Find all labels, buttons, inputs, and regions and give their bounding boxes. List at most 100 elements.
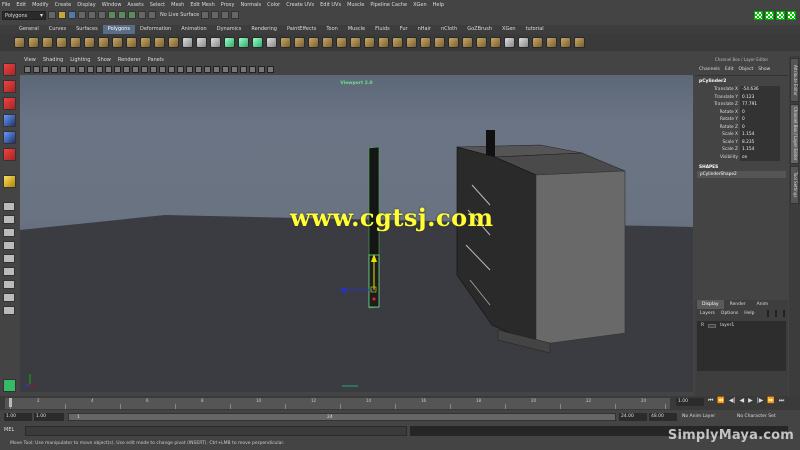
attr-label[interactable]: Translate X: [695, 86, 740, 94]
attr-value-field[interactable]: 0.123: [740, 93, 780, 101]
menu-modify[interactable]: Modify: [32, 2, 49, 8]
attr-label[interactable]: Scale X: [695, 131, 740, 139]
select-component-icon[interactable]: [98, 11, 106, 19]
extract-icon[interactable]: [210, 37, 221, 48]
command-input[interactable]: [25, 426, 407, 436]
menu-proxy[interactable]: Proxy: [221, 2, 235, 8]
shelf-tab-fluids[interactable]: Fluids: [370, 25, 395, 34]
attr-label[interactable]: Visibility: [695, 154, 740, 162]
rotate-tool-icon[interactable]: [2, 131, 16, 144]
isolate-select-icon[interactable]: [240, 65, 247, 73]
shelf-tab-nhair[interactable]: nHair: [413, 25, 436, 34]
step-back-frame-icon[interactable]: ◀|: [729, 397, 736, 405]
poly-platonic-icon[interactable]: [168, 37, 179, 48]
default-material-icon[interactable]: [159, 65, 166, 73]
automatic-mapping-icon[interactable]: [560, 37, 571, 48]
wedge-icon[interactable]: [490, 37, 501, 48]
layer-down-icon[interactable]: [774, 310, 777, 317]
menu-edit[interactable]: Edit: [16, 2, 26, 8]
menu-xgen[interactable]: XGen: [413, 2, 427, 8]
anim-layer-dropdown[interactable]: No Anim Layer: [680, 413, 730, 421]
gate-mask-icon[interactable]: [105, 65, 112, 73]
attr-value-field[interactable]: 77.791: [740, 101, 780, 109]
vp-menu-view[interactable]: View: [24, 56, 36, 64]
motion-blur-icon[interactable]: [213, 65, 220, 73]
safe-action-icon[interactable]: [123, 65, 130, 73]
booleans-intersection-icon[interactable]: [252, 37, 263, 48]
menu-color[interactable]: Color: [267, 2, 280, 8]
dope-sheet-layout-icon[interactable]: [3, 293, 15, 302]
shelf-tab-animation[interactable]: Animation: [176, 25, 212, 34]
ly-menu-options[interactable]: Options: [721, 311, 738, 316]
shelf-tab-rendering[interactable]: Rendering: [246, 25, 282, 34]
x-ray-icon[interactable]: [249, 65, 256, 73]
outliner-layout-icon[interactable]: [3, 267, 15, 276]
attr-value-field[interactable]: 8.235: [740, 138, 780, 146]
menu-mesh[interactable]: Mesh: [171, 2, 184, 8]
image-plane-icon[interactable]: [51, 65, 58, 73]
open-scene-icon[interactable]: [58, 11, 66, 19]
range-slider[interactable]: 1 24: [68, 413, 616, 421]
poly-pyramid-icon[interactable]: [112, 37, 123, 48]
booleans-union-icon[interactable]: [224, 37, 235, 48]
attr-label[interactable]: Rotate X: [695, 109, 740, 117]
snap-point-icon[interactable]: [128, 11, 136, 19]
last-tool-icon[interactable]: [2, 175, 16, 188]
perspective-viewport[interactable]: Viewport 2.0 www.cgtsj.com: [20, 75, 693, 392]
menu-muscle[interactable]: Muscle: [347, 2, 364, 8]
cylindrical-mapping-icon[interactable]: [532, 37, 543, 48]
animation-start-field[interactable]: 1.00: [4, 413, 32, 421]
go-to-start-icon[interactable]: ⏮: [708, 397, 713, 405]
shadows-icon[interactable]: [195, 65, 202, 73]
layer-row[interactable]: R layer1: [701, 323, 782, 328]
shelf-tab-deformation[interactable]: Deformation: [135, 25, 176, 34]
scale-tool-icon[interactable]: [2, 148, 16, 161]
animation-end-field[interactable]: 48.00: [649, 413, 677, 421]
grease-pencil-icon[interactable]: [69, 65, 76, 73]
select-camera-icon[interactable]: [24, 65, 31, 73]
menu-edit-mesh[interactable]: Edit Mesh: [190, 2, 214, 8]
append-polygon-icon[interactable]: [364, 37, 375, 48]
select-object-icon[interactable]: [88, 11, 96, 19]
side-tab-tool-settings[interactable]: Tool Settings: [790, 166, 799, 204]
triangulate-icon[interactable]: [308, 37, 319, 48]
layer-color-swatch[interactable]: [708, 323, 717, 328]
screen-space-ao-icon[interactable]: [204, 65, 211, 73]
poly-pipe-icon[interactable]: [126, 37, 137, 48]
shelf-tab-toon[interactable]: Toon: [321, 25, 343, 34]
persp-graph-layout-icon[interactable]: [3, 241, 15, 250]
tool-settings-toggle-icon[interactable]: [776, 10, 785, 20]
cb-menu-object[interactable]: Object: [739, 67, 754, 72]
mirror-geometry-icon[interactable]: [266, 37, 277, 48]
select-hierarchy-icon[interactable]: [78, 11, 86, 19]
extrude-icon[interactable]: [420, 37, 431, 48]
ly-menu-help[interactable]: Help: [744, 311, 754, 316]
poly-soccerball-icon[interactable]: [154, 37, 165, 48]
bevel-icon[interactable]: [448, 37, 459, 48]
tab-render[interactable]: Render: [725, 300, 751, 309]
fill-hole-icon[interactable]: [336, 37, 347, 48]
go-to-end-icon[interactable]: ⏭: [779, 397, 784, 405]
camera-attributes-icon[interactable]: [33, 65, 40, 73]
current-frame-field[interactable]: 1.00: [676, 398, 704, 406]
graph-editor-layout-icon[interactable]: [3, 280, 15, 289]
single-perspective-layout-icon[interactable]: [3, 202, 15, 211]
step-back-key-icon[interactable]: ⏪: [717, 397, 724, 405]
merge-icon[interactable]: [462, 37, 473, 48]
poly-cube-icon[interactable]: [28, 37, 39, 48]
custom-layout-icon[interactable]: [3, 306, 15, 315]
poly-cone-icon[interactable]: [56, 37, 67, 48]
menu-create[interactable]: Create: [55, 2, 72, 8]
reduce-icon[interactable]: [294, 37, 305, 48]
shape-node-item[interactable]: pCylinderShape2: [697, 171, 786, 178]
attr-value-field[interactable]: 0: [740, 123, 780, 131]
render-current-icon[interactable]: [211, 11, 220, 19]
vp-menu-renderer[interactable]: Renderer: [118, 56, 141, 64]
bookmarks-icon[interactable]: [42, 65, 49, 73]
cb-menu-edit[interactable]: Edit: [725, 67, 734, 72]
play-forwards-icon[interactable]: ▶: [748, 397, 753, 405]
menu-create-uvs[interactable]: Create UVs: [286, 2, 314, 8]
spherical-mapping-icon[interactable]: [546, 37, 557, 48]
side-tab-channel-box[interactable]: Channel Box / Layer Editor: [790, 104, 799, 164]
menu-set-dropdown[interactable]: Polygons: [2, 10, 46, 20]
